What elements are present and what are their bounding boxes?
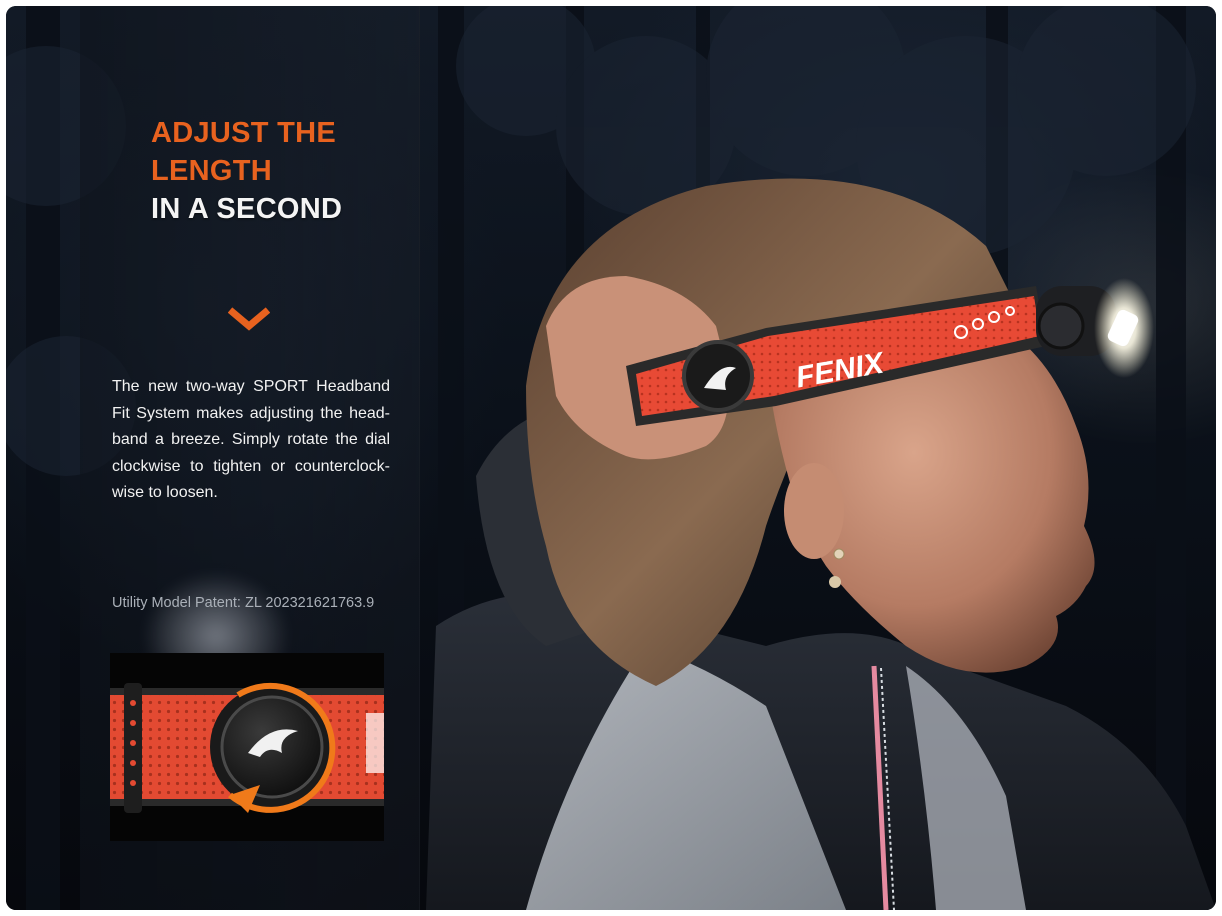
headline: ADJUST THE LENGTH IN A SECOND — [151, 114, 342, 228]
headline-line-3: IN A SECOND — [151, 193, 343, 225]
product-banner: FENIX ADJUST THE LENGTH IN A SECOND The … — [6, 6, 1216, 910]
description: The new two-way SPORT Headband Fit Syste… — [112, 378, 390, 501]
headline-line-1: ADJUST THE — [151, 117, 337, 149]
dial-closeup-image — [110, 653, 384, 841]
chevron-down-icon — [228, 307, 270, 331]
headline-line-2: LENGTH — [151, 155, 273, 187]
patent-note: Utility Model Patent: ZL 202321621763.9 — [112, 595, 375, 611]
